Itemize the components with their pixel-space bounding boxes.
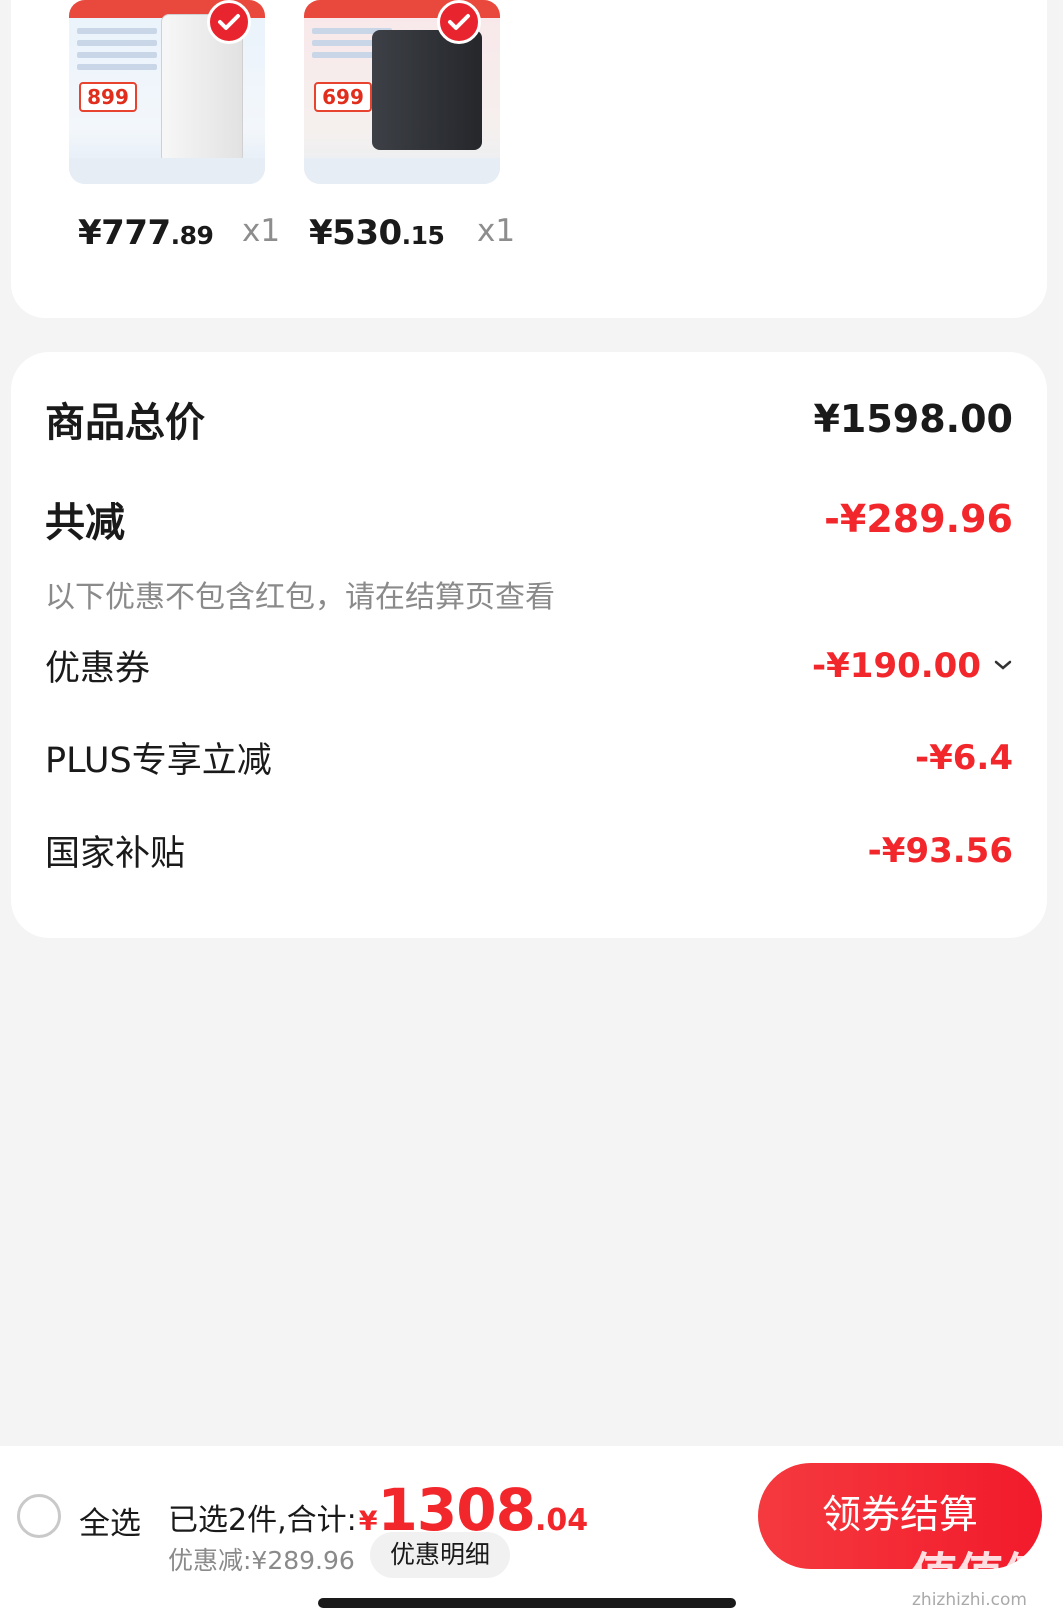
product-2-selected-check-icon[interactable] — [437, 0, 481, 44]
promo-text-lines — [77, 28, 157, 76]
product-1-quantity: x1 — [242, 213, 281, 249]
total-reduction-row: 共减 -¥289.96 — [45, 490, 1013, 548]
selected-total: 已选2件,合计: ¥ 1308 .04 — [168, 1476, 588, 1544]
discount-note: 以下优惠不包含红包，请在结算页查看 — [45, 580, 555, 615]
total-reduction-value: -¥289.96 — [824, 497, 1013, 541]
total-amount-decimal: .04 — [534, 1503, 589, 1538]
total-reduction-label: 共减 — [45, 500, 125, 546]
total-price-value: ¥1598.00 — [813, 397, 1013, 441]
chevron-down-icon[interactable] — [993, 656, 1013, 675]
product-2-quantity: x1 — [477, 213, 516, 249]
promo-price-tag: 899 — [79, 82, 137, 112]
currency-symbol: ¥ — [358, 1506, 378, 1537]
selected-count-text: 已选2件,合计: — [168, 1503, 357, 1538]
home-indicator[interactable] — [318, 1598, 736, 1608]
coupon-label: 优惠券 — [45, 649, 151, 689]
plus-discount-label: PLUS专享立减 — [45, 741, 272, 781]
national-subsidy-label: 国家补贴 — [45, 834, 186, 874]
watermark-url: zhizhizhi.com — [912, 1590, 1027, 1610]
washer-image — [372, 30, 482, 150]
cart-products-card: 899 699 ¥777.89 x1 ¥530.15 x1 — [11, 0, 1047, 318]
checkout-bar: 全选 已选2件,合计: ¥ 1308 .04 优惠减:¥289.96 优惠明细 … — [0, 1446, 1063, 1615]
product-2-price: ¥530.15 — [309, 213, 445, 253]
promo-price-tag: 699 — [314, 82, 372, 112]
product-1-selected-check-icon[interactable] — [207, 0, 251, 44]
coupon-value: -¥190.00 — [812, 645, 981, 686]
product-1-price: ¥777.89 — [78, 213, 214, 253]
total-price-label: 商品总价 — [45, 400, 205, 446]
promo-strip — [304, 158, 500, 184]
select-all-radio[interactable] — [17, 1494, 61, 1538]
plus-discount-value: -¥6.4 — [915, 737, 1013, 778]
promo-strip — [69, 158, 265, 184]
plus-discount-row: PLUS专享立减 -¥6.4 — [45, 732, 1013, 783]
discount-detail-button[interactable]: 优惠明细 — [370, 1532, 510, 1578]
national-subsidy-row: 国家补贴 -¥93.56 — [45, 825, 1013, 876]
discount-summary: 优惠减:¥289.96 — [168, 1546, 355, 1575]
national-subsidy-value: -¥93.56 — [867, 830, 1013, 871]
total-price-row: 商品总价 ¥1598.00 — [45, 390, 1013, 448]
coupon-row[interactable]: 优惠券 -¥190.00 — [45, 640, 1013, 691]
select-all-label[interactable]: 全选 — [79, 1498, 141, 1543]
price-summary-card: 商品总价 ¥1598.00 共减 -¥289.96 以下优惠不包含红包，请在结算… — [11, 352, 1047, 938]
